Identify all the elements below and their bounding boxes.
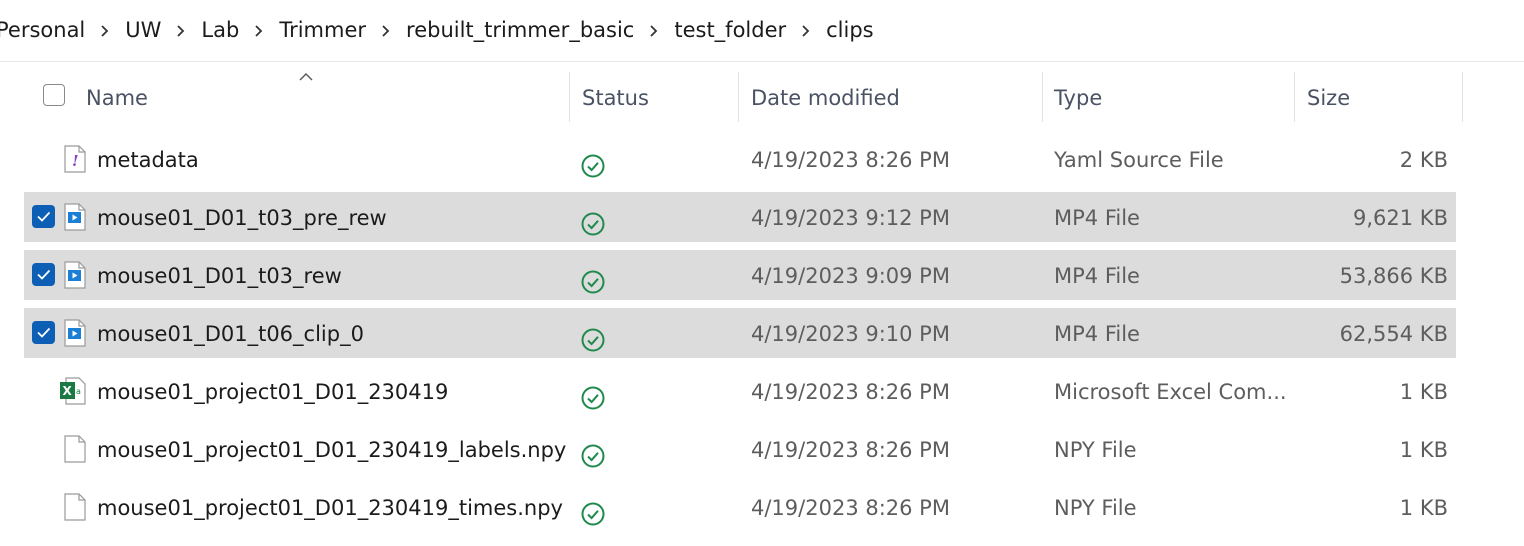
file-type: MP4 File [1054,206,1140,230]
blank-file-icon [64,435,86,463]
file-type: MP4 File [1054,264,1140,288]
column-resize-handle[interactable] [569,72,570,122]
file-size: 9,621 KB [1353,206,1448,230]
column-resize-handle[interactable] [1042,72,1043,122]
select-all-checkbox[interactable] [43,84,65,106]
divider [0,61,1524,62]
breadcrumb-item-trimmer[interactable]: Trimmer [277,18,368,42]
chevron-right-icon[interactable] [788,21,824,39]
file-size: 2 KB [1399,148,1448,172]
file-row[interactable]: Xa mouse01_project01_D01_230419 4/19/2023 … [24,366,1456,416]
excel-file-icon: Xa [60,377,86,405]
column-header-size[interactable]: Size [1307,72,1350,122]
file-type: NPY File [1054,496,1137,520]
synced-icon [580,494,606,526]
file-name[interactable]: mouse01_project01_D01_230419 [97,366,448,416]
sort-ascending-icon [299,73,313,81]
file-date-modified: 4/19/2023 9:09 PM [751,264,950,288]
breadcrumb-item-test-folder[interactable]: test_folder [672,18,788,42]
synced-icon [580,146,606,178]
column-header-row: Name Status Date modified Type Size [0,72,1470,122]
file-name[interactable]: metadata [97,134,199,184]
file-size: 1 KB [1399,496,1448,520]
file-type: MP4 File [1054,322,1140,346]
file-name[interactable]: mouse01_D01_t06_clip_0 [97,308,364,358]
chevron-right-icon[interactable] [241,21,277,39]
row-checkbox-checked[interactable] [32,321,55,344]
chevron-right-icon[interactable] [163,21,199,39]
file-date-modified: 4/19/2023 8:26 PM [751,496,950,520]
svg-text:!: ! [72,152,79,170]
file-row[interactable]: mouse01_D01_t06_clip_0 4/19/2023 9:10 PM M… [24,308,1456,358]
file-row[interactable]: ! metadata 4/19/2023 8:26 PM Yaml Source Fi… [24,134,1456,184]
file-size: 62,554 KB [1339,322,1448,346]
file-row[interactable]: mouse01_D01_t03_rew 4/19/2023 9:09 PM MP4 … [24,250,1456,300]
chevron-right-icon[interactable] [368,21,404,39]
file-row[interactable]: mouse01_D01_t03_pre_rew 4/19/2023 9:12 PM… [24,192,1456,242]
chevron-right-icon[interactable] [87,21,123,39]
file-size: 53,866 KB [1339,264,1448,288]
breadcrumb-item-uw[interactable]: UW [123,18,163,42]
breadcrumb: Personal UW Lab Trimmer rebuilt_trimmer_… [0,0,1524,60]
breadcrumb-item-clips[interactable]: clips [824,18,876,42]
yaml-file-icon: ! [64,145,86,173]
synced-icon [580,320,606,352]
file-row[interactable]: mouse01_project01_D01_230419_labels.npy 4… [24,424,1456,474]
file-name[interactable]: mouse01_project01_D01_230419_times.npy [97,482,563,532]
file-date-modified: 4/19/2023 8:26 PM [751,148,950,172]
row-checkbox-checked[interactable] [32,205,55,228]
column-resize-handle[interactable] [1462,72,1463,122]
synced-icon [580,262,606,294]
video-file-icon [64,261,86,289]
blank-file-icon [64,493,86,521]
row-checkbox-checked[interactable] [32,263,55,286]
synced-icon [580,378,606,410]
column-resize-handle[interactable] [1294,72,1295,122]
file-name[interactable]: mouse01_D01_t03_pre_rew [97,192,387,242]
column-header-date-modified[interactable]: Date modified [751,72,900,122]
synced-icon [580,204,606,236]
column-resize-handle[interactable] [738,72,739,122]
breadcrumb-item-rebuilt-trimmer-basic[interactable]: rebuilt_trimmer_basic [404,18,636,42]
file-date-modified: 4/19/2023 9:12 PM [751,206,950,230]
breadcrumb-item-lab[interactable]: Lab [199,18,241,42]
breadcrumb-item-personal[interactable]: Personal [0,18,87,42]
file-date-modified: 4/19/2023 9:10 PM [751,322,950,346]
file-size: 1 KB [1399,438,1448,462]
file-size: 1 KB [1399,380,1448,404]
file-name[interactable]: mouse01_project01_D01_230419_labels.npy [97,424,566,474]
file-row[interactable]: mouse01_project01_D01_230419_times.npy 4/… [24,482,1456,532]
video-file-icon [64,203,86,231]
file-type: NPY File [1054,438,1137,462]
svg-text:X: X [63,384,73,398]
column-header-status[interactable]: Status [582,72,649,122]
file-name[interactable]: mouse01_D01_t03_rew [97,250,342,300]
chevron-right-icon[interactable] [636,21,672,39]
video-file-icon [64,319,86,347]
file-date-modified: 4/19/2023 8:26 PM [751,438,950,462]
file-type: Yaml Source File [1054,148,1224,172]
synced-icon [580,436,606,468]
column-header-type[interactable]: Type [1054,72,1102,122]
svg-text:a: a [76,387,81,396]
file-date-modified: 4/19/2023 8:26 PM [751,380,950,404]
file-type: Microsoft Excel Com... [1054,380,1287,404]
column-header-name[interactable]: Name [86,72,148,122]
